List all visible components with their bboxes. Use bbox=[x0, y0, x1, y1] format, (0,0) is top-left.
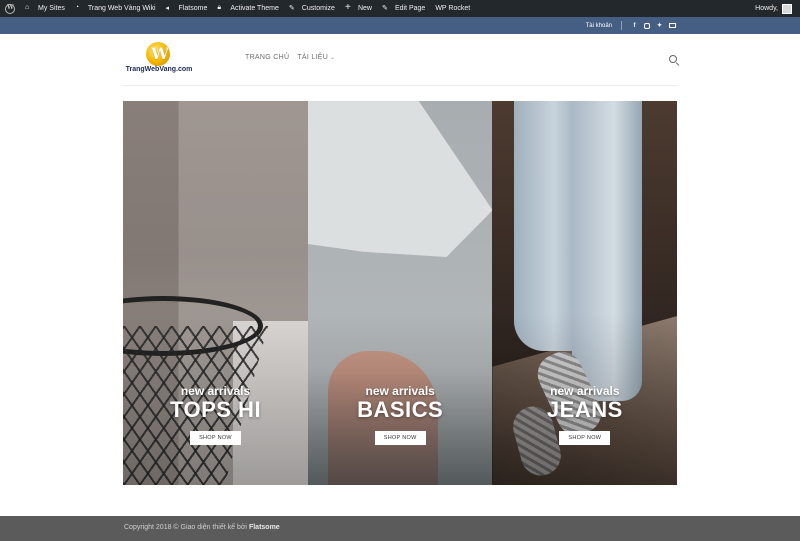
sites-icon: ⌂ bbox=[25, 4, 30, 11]
site-footer: Copyright 2018 © Giao diện thiết kế bởi … bbox=[0, 516, 800, 541]
banner-tops[interactable]: new arrivals TOPS HI SHOP NOW bbox=[123, 101, 308, 485]
banner-title: JEANS bbox=[546, 397, 623, 422]
flatsome-menu[interactable]: ◂ Flatsome bbox=[161, 0, 213, 17]
lock-icon: 🔒︎ bbox=[217, 4, 222, 11]
account-menu[interactable]: Howdy, bbox=[750, 0, 800, 17]
activate-theme-link[interactable]: 🔒︎ Activate Theme bbox=[212, 0, 284, 17]
flatsome-label: Flatsome bbox=[178, 5, 208, 12]
wp-rocket-menu[interactable]: WP Rocket bbox=[430, 0, 475, 17]
wordpress-icon bbox=[5, 3, 15, 14]
banner-basics[interactable]: new arrivals BASICS SHOP NOW bbox=[307, 101, 493, 485]
nav-item-home[interactable]: TRANG CHỦ bbox=[245, 54, 289, 61]
chevron-down-icon: ⌄ bbox=[330, 55, 336, 61]
edit-page-label: Edit Page bbox=[394, 5, 426, 12]
banner-kicker: new arrivals bbox=[365, 384, 435, 398]
flatsome-icon: ◂ bbox=[165, 5, 170, 12]
avatar bbox=[782, 3, 792, 14]
my-sites-menu[interactable]: ⌂ My Sites bbox=[20, 0, 70, 17]
banner-text: new arrivals JEANS SHOP NOW bbox=[492, 384, 677, 445]
banner-title: BASICS bbox=[357, 397, 444, 422]
site-header bbox=[0, 34, 800, 86]
top-bar: Tài khoản f ✦ bbox=[0, 17, 800, 34]
admin-bar: ⌂ My Sites ◔ Trang Web Vàng Wiki ◂ Flatsome… bbox=[0, 0, 800, 17]
pencil-icon: ✎ bbox=[381, 5, 388, 12]
divider bbox=[621, 21, 622, 30]
email-icon[interactable] bbox=[669, 23, 676, 28]
dashboard-icon: ◔ bbox=[74, 4, 80, 11]
shop-now-button[interactable]: SHOP NOW bbox=[190, 431, 241, 445]
my-sites-label: My Sites bbox=[38, 5, 65, 12]
banner-title: TOPS HI bbox=[169, 397, 262, 422]
footer-brand-link[interactable]: Flatsome bbox=[249, 524, 280, 531]
wordpress-logo-button[interactable] bbox=[0, 0, 20, 17]
logo-letter: W bbox=[151, 44, 169, 63]
activate-theme-label: Activate Theme bbox=[230, 5, 279, 12]
banner-jeans[interactable]: new arrivals JEANS SHOP NOW bbox=[492, 101, 678, 485]
site-name-menu[interactable]: ◔ Trang Web Vàng Wiki bbox=[70, 0, 161, 17]
header-divider bbox=[123, 85, 677, 86]
banner-kicker: new arrivals bbox=[550, 384, 620, 398]
edit-page-link[interactable]: ✎ Edit Page bbox=[377, 0, 430, 17]
banner-grid: new arrivals TOPS HI SHOP NOW new arriva… bbox=[123, 101, 678, 485]
nav-item-documents[interactable]: TÀI LIỆU ⌄ bbox=[297, 54, 335, 61]
logo-text: TrangWebVang.com bbox=[125, 66, 193, 73]
plus-icon: + bbox=[344, 2, 351, 13]
banner-text: new arrivals BASICS SHOP NOW bbox=[308, 384, 493, 445]
howdy-label: Howdy, bbox=[755, 5, 778, 12]
twitter-icon[interactable]: ✦ bbox=[656, 22, 663, 29]
new-content-menu[interactable]: + New bbox=[340, 0, 377, 17]
copyright-prefix: Copyright 2018 © Giao diện thiết kế bởi bbox=[124, 524, 247, 531]
banner-text: new arrivals TOPS HI SHOP NOW bbox=[123, 384, 308, 445]
instagram-icon[interactable] bbox=[644, 22, 650, 29]
banner-kicker: new arrivals bbox=[180, 384, 251, 398]
shop-now-button[interactable]: SHOP NOW bbox=[559, 431, 611, 445]
site-logo[interactable]: W TrangWebVang.com bbox=[124, 42, 192, 76]
search-icon[interactable] bbox=[669, 55, 677, 63]
shop-now-button[interactable]: SHOP NOW bbox=[374, 431, 426, 445]
wp-rocket-label: WP Rocket bbox=[435, 5, 471, 12]
customize-link[interactable]: ✎ Customize bbox=[284, 0, 340, 17]
facebook-icon[interactable]: f bbox=[631, 22, 638, 29]
account-link[interactable]: Tài khoản bbox=[586, 23, 612, 29]
customize-label: Customize bbox=[301, 5, 335, 12]
nav-item-documents-label: TÀI LIỆU bbox=[297, 54, 329, 61]
main-nav: TRANG CHỦ TÀI LIỆU ⌄ bbox=[245, 54, 335, 61]
new-label: New bbox=[357, 5, 372, 12]
brush-icon: ✎ bbox=[288, 5, 295, 12]
site-name-label: Trang Web Vàng Wiki bbox=[87, 5, 156, 12]
copyright-text: Copyright 2018 © Giao diện thiết kế bởi … bbox=[124, 524, 280, 531]
